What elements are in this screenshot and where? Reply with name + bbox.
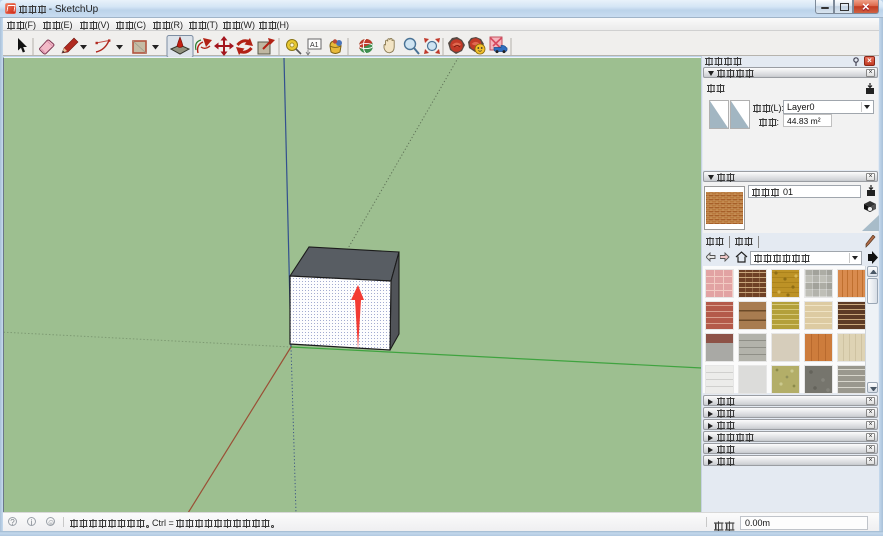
svg-text:A1: A1 [310,42,319,49]
